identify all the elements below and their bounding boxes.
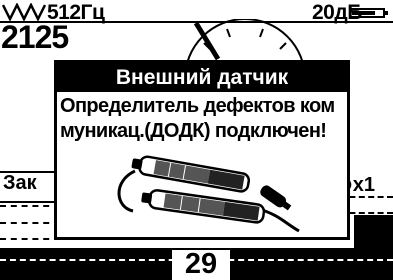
external-sensor-dialog[interactable]: Внешний датчик Определитель дефектов ком…	[54, 60, 350, 240]
bottom-value: 29	[184, 248, 218, 280]
battery-fill	[352, 11, 375, 15]
dialog-title: Внешний датчик	[57, 63, 347, 92]
device-screen: 512Гц 20дБ 2125 Зак ⊘x1 29 Внешний датчи…	[0, 0, 393, 280]
left-dash-3	[0, 238, 60, 240]
battery-icon	[349, 8, 388, 18]
left-dash-1	[0, 205, 60, 207]
sensor-probe-icon	[117, 155, 300, 233]
dialog-message: Определитель дефектов ком муникац.(ДОДК)…	[60, 95, 335, 142]
left-dash-2	[0, 222, 60, 224]
left-band-label: Зак	[3, 172, 37, 194]
battery-tip	[385, 11, 388, 15]
main-reading: 2125	[1, 19, 69, 55]
